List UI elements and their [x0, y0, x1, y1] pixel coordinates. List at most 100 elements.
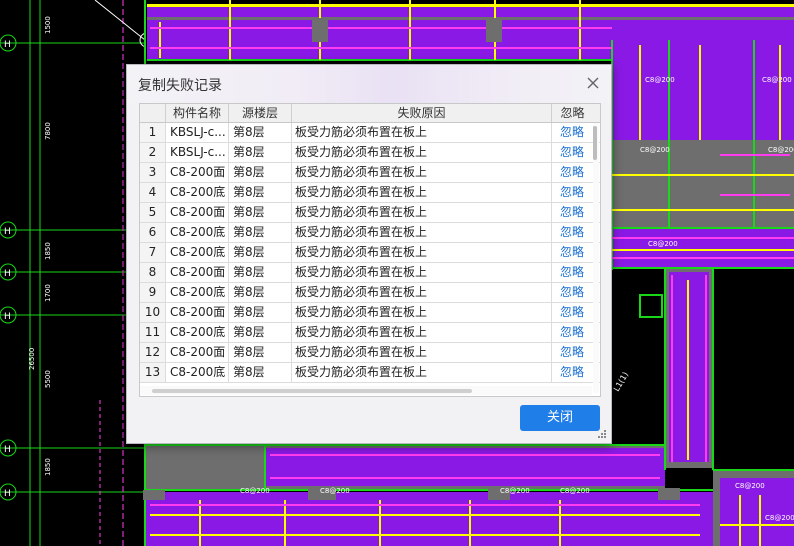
table-row[interactable]: 7 C8-200底 第8层 板受力筋必须布置在板上 忽略 — [140, 243, 600, 263]
vertical-scrollbar-thumb[interactable] — [593, 126, 597, 160]
slab-label: C8@200 — [560, 487, 590, 495]
slab-label: C8@200 — [648, 240, 678, 248]
ignore-link[interactable]: 忽略 — [552, 323, 592, 342]
slab-label: C8@200 — [320, 487, 350, 495]
column-header-failure-reason[interactable]: 失败原因 — [292, 104, 552, 122]
axis-label: H — [4, 312, 11, 322]
source-floor-cell: 第8层 — [229, 363, 292, 382]
table-row[interactable]: 4 C8-200底 第8层 板受力筋必须布置在板上 忽略 — [140, 183, 600, 203]
source-floor-cell: 第8层 — [229, 283, 292, 302]
table-row[interactable]: 9 C8-200底 第8层 板受力筋必须布置在板上 忽略 — [140, 283, 600, 303]
slab-label: C8@200 — [240, 487, 270, 495]
component-name-cell: C8-200底 — [166, 283, 229, 302]
slab-label: C8@200 — [768, 146, 794, 154]
ignore-link[interactable]: 忽略 — [552, 203, 592, 222]
source-floor-cell: 第8层 — [229, 223, 292, 242]
row-number: 12 — [140, 343, 166, 362]
close-button[interactable]: 关闭 — [520, 405, 600, 431]
ignore-link[interactable]: 忽略 — [552, 163, 592, 182]
table-row[interactable]: 3 C8-200面 第8层 板受力筋必须布置在板上 忽略 — [140, 163, 600, 183]
component-name-cell: C8-200底 — [166, 323, 229, 342]
axis-label: H — [4, 445, 11, 455]
table-row[interactable]: 2 KBSLJ-c... 第8层 板受力筋必须布置在板上 忽略 — [140, 143, 600, 163]
table-row[interactable]: 8 C8-200面 第8层 板受力筋必须布置在板上 忽略 — [140, 263, 600, 283]
column-header-ignore[interactable]: 忽略 — [552, 104, 593, 122]
row-number: 10 — [140, 303, 166, 322]
slab-label: C8@200 — [765, 514, 794, 522]
source-floor-cell: 第8层 — [229, 203, 292, 222]
ignore-link[interactable]: 忽略 — [552, 363, 592, 382]
dimension-text: 1850 — [44, 458, 52, 476]
dimension-text: 26500 — [28, 348, 36, 370]
table-row[interactable]: 6 C8-200底 第8层 板受力筋必须布置在板上 忽略 — [140, 223, 600, 243]
failure-reason-cell: 板受力筋必须布置在板上 — [292, 163, 552, 182]
source-floor-cell: 第8层 — [229, 163, 292, 182]
column-header-source-floor[interactable]: 源楼层 — [229, 104, 292, 122]
ignore-link[interactable]: 忽略 — [552, 263, 592, 282]
ignore-link[interactable]: 忽略 — [552, 343, 592, 362]
row-number: 2 — [140, 143, 166, 162]
failure-reason-cell: 板受力筋必须布置在板上 — [292, 323, 552, 342]
slab-label: C8@200 — [500, 487, 530, 495]
slab-label: C8@200 — [735, 482, 765, 490]
component-name-cell: C8-200面 — [166, 163, 229, 182]
table-row[interactable]: 5 C8-200面 第8层 板受力筋必须布置在板上 忽略 — [140, 203, 600, 223]
table-row[interactable]: 10 C8-200面 第8层 板受力筋必须布置在板上 忽略 — [140, 303, 600, 323]
dialog-titlebar[interactable]: 复制失败记录 — [127, 65, 611, 103]
table-row[interactable]: 12 C8-200面 第8层 板受力筋必须布置在板上 忽略 — [140, 343, 600, 363]
failure-reason-cell: 板受力筋必须布置在板上 — [292, 263, 552, 282]
axis-label: H — [4, 40, 11, 50]
row-number: 8 — [140, 263, 166, 282]
dialog-title: 复制失败记录 — [138, 78, 222, 94]
table-row[interactable]: 1 KBSLJ-c... 第8层 板受力筋必须布置在板上 忽略 — [140, 123, 600, 143]
failure-table: 构件名称 源楼层 失败原因 忽略 1 KBSLJ-c... 第8层 板受力筋必须布置在… — [139, 103, 601, 397]
table-row[interactable]: 13 C8-200底 第8层 板受力筋必须布置在板上 忽略 — [140, 363, 600, 383]
failure-reason-cell: 板受力筋必须布置在板上 — [292, 203, 552, 222]
source-floor-cell: 第8层 — [229, 323, 292, 342]
failure-reason-cell: 板受力筋必须布置在板上 — [292, 343, 552, 362]
row-number: 9 — [140, 283, 166, 302]
row-number: 11 — [140, 323, 166, 342]
failure-reason-cell: 板受力筋必须布置在板上 — [292, 223, 552, 242]
ignore-link[interactable]: 忽略 — [552, 183, 592, 202]
slab-label: C8@200 — [645, 76, 675, 84]
axis-label: H — [4, 269, 11, 279]
source-floor-cell: 第8层 — [229, 143, 292, 162]
component-name-cell: C8-200底 — [166, 363, 229, 382]
failure-reason-cell: 板受力筋必须布置在板上 — [292, 243, 552, 262]
dimension-text: 1700 — [44, 284, 52, 302]
column-header-component-name[interactable]: 构件名称 — [166, 104, 229, 122]
failure-reason-cell: 板受力筋必须布置在板上 — [292, 363, 552, 382]
ignore-link[interactable]: 忽略 — [552, 303, 592, 322]
source-floor-cell: 第8层 — [229, 343, 292, 362]
failure-reason-cell: 板受力筋必须布置在板上 — [292, 283, 552, 302]
component-name-cell: C8-200底 — [166, 243, 229, 262]
source-floor-cell: 第8层 — [229, 303, 292, 322]
table-row[interactable]: 11 C8-200底 第8层 板受力筋必须布置在板上 忽略 — [140, 323, 600, 343]
ignore-link[interactable]: 忽略 — [552, 283, 592, 302]
row-number: 5 — [140, 203, 166, 222]
slab-label: C8@200 — [762, 76, 792, 84]
resize-grip-icon[interactable] — [597, 429, 607, 439]
dimension-text: 1850 — [44, 242, 52, 260]
horizontal-scrollbar-thumb[interactable] — [152, 389, 472, 393]
vertical-scrollbar[interactable] — [593, 123, 599, 393]
dimension-text: 1500 — [44, 16, 52, 34]
source-floor-cell: 第8层 — [229, 263, 292, 282]
row-number-header — [140, 104, 166, 122]
component-name-cell: C8-200面 — [166, 203, 229, 222]
axis-label: H — [4, 489, 11, 499]
component-name-cell: C8-200面 — [166, 263, 229, 282]
failure-reason-cell: 板受力筋必须布置在板上 — [292, 303, 552, 322]
row-number: 3 — [140, 163, 166, 182]
table-header: 构件名称 源楼层 失败原因 忽略 — [140, 104, 600, 123]
row-number: 6 — [140, 223, 166, 242]
component-name-cell: KBSLJ-c... — [166, 123, 229, 142]
row-number: 13 — [140, 363, 166, 382]
ignore-link[interactable]: 忽略 — [552, 123, 592, 142]
ignore-link[interactable]: 忽略 — [552, 223, 592, 242]
ignore-link[interactable]: 忽略 — [552, 143, 592, 162]
ignore-link[interactable]: 忽略 — [552, 243, 592, 262]
close-icon[interactable] — [583, 73, 603, 93]
component-name-cell: C8-200面 — [166, 303, 229, 322]
